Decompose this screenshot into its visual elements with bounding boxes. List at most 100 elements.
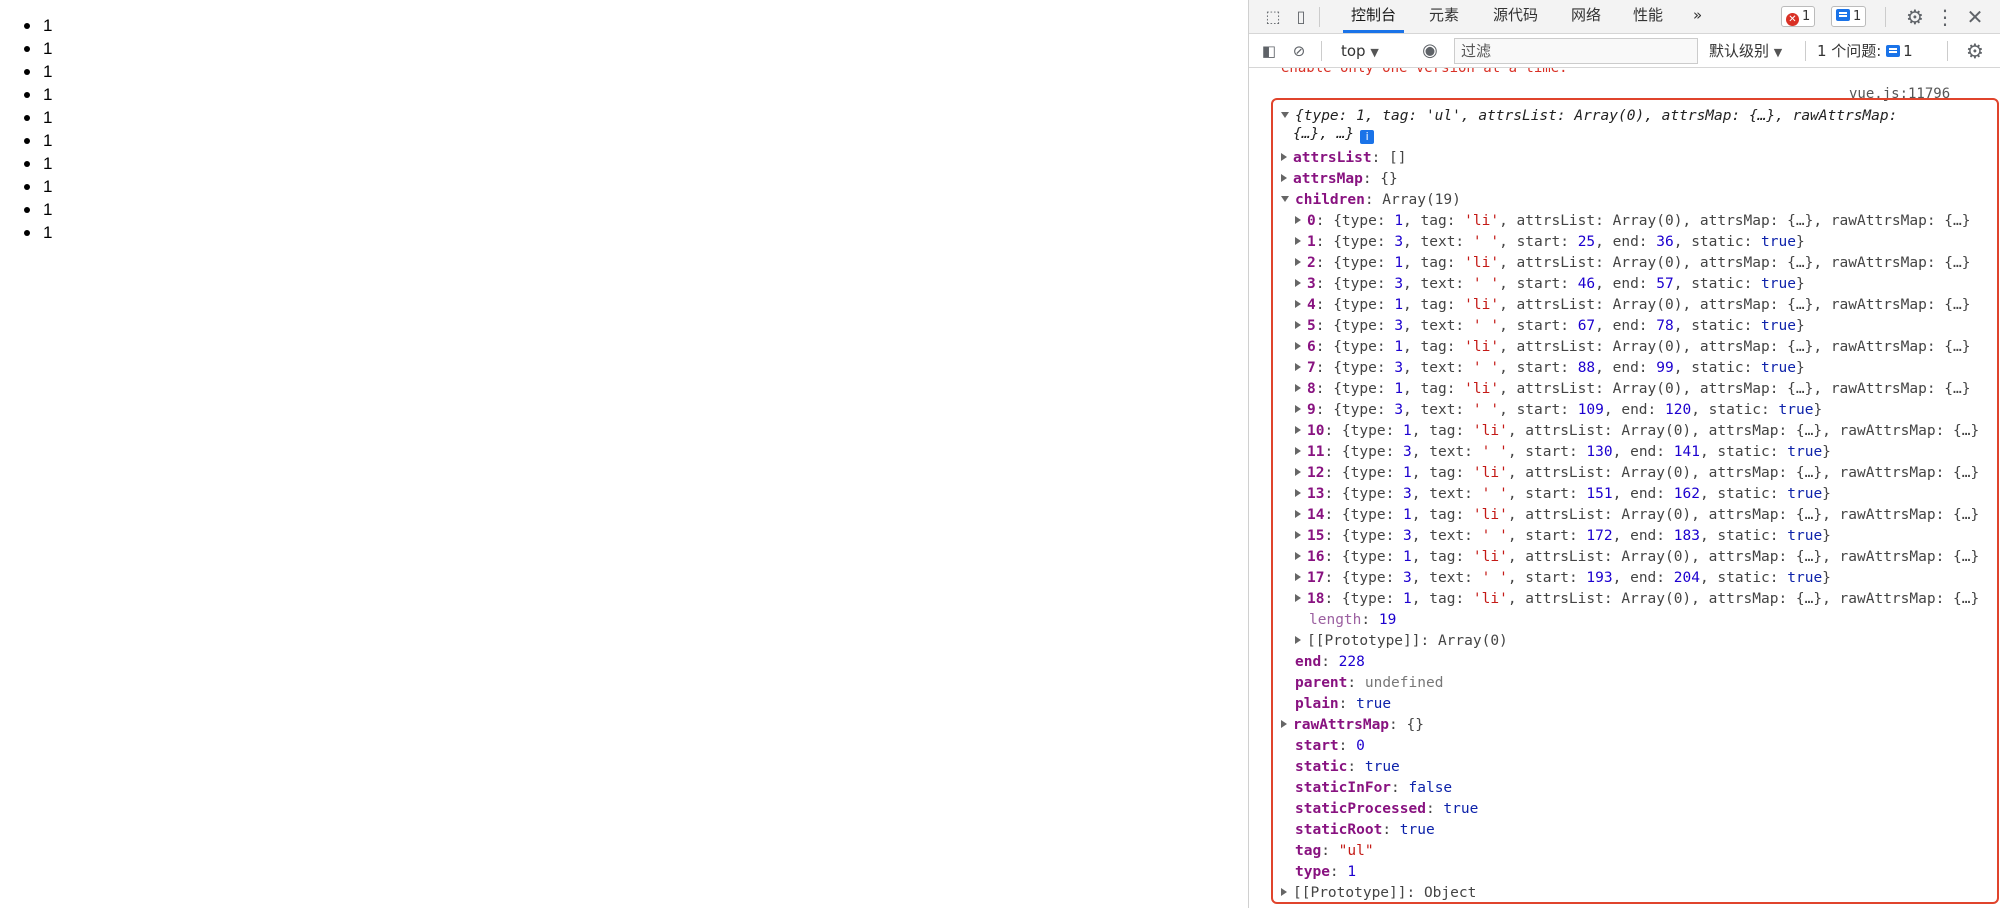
prop-staticInFor: staticInFor: false [1295, 778, 1452, 799]
tab-sources[interactable]: 源代码 [1485, 0, 1546, 33]
punct: , [1411, 570, 1430, 586]
prop-value: 0 [1356, 738, 1365, 754]
prop-staticRoot: staticRoot: true [1295, 820, 1435, 841]
tab-elements[interactable]: 元素 [1421, 0, 1467, 33]
expand-triangle-icon [1295, 552, 1301, 560]
punct: : [1347, 759, 1365, 775]
prop-attrsList[interactable]: attrsList: [] [1281, 148, 1407, 169]
error-count: 1 [1802, 9, 1811, 24]
child-row[interactable]: 10: {type: 1, tag: 'li', attrsList: Arra… [1295, 421, 1979, 442]
prop-array-prototype[interactable]: [[Prototype]]: Array(0) [1295, 631, 1508, 652]
child-row[interactable]: 9: {type: 3, text: ' ', start: 109, end:… [1295, 400, 1822, 421]
child-type: 1 [1394, 255, 1404, 271]
punct: tag: [1420, 255, 1465, 271]
divider [1321, 41, 1322, 61]
child-row[interactable]: 13: {type: 3, text: ' ', start: 151, end… [1295, 484, 1831, 505]
punct: , static: [1673, 276, 1762, 292]
levels-label: 默认级别 [1709, 42, 1770, 60]
child-row[interactable]: 0: {type: 1, tag: 'li', attrsList: Array… [1295, 211, 1971, 232]
child-row[interactable]: 14: {type: 1, tag: 'li', attrsList: Arra… [1295, 505, 1979, 526]
eye-icon[interactable]: ◉ [1417, 39, 1443, 63]
punct: , [1403, 276, 1421, 292]
prop-children[interactable]: children: Array(19) [1281, 190, 1461, 211]
punct: , [1403, 318, 1421, 334]
tab-network[interactable]: 网络 [1563, 0, 1609, 33]
punct: text: [1429, 486, 1482, 502]
child-start: 172 [1586, 528, 1613, 544]
child-row[interactable]: 6: {type: 1, tag: 'li', attrsList: Array… [1295, 337, 1971, 358]
child-row[interactable]: 17: {type: 3, text: ' ', start: 193, end… [1295, 568, 1831, 589]
child-row[interactable]: 18: {type: 1, tag: 'li', attrsList: Arra… [1295, 589, 1979, 610]
punct: : [1338, 738, 1357, 754]
message-count-badge[interactable]: 1 [1831, 6, 1867, 27]
punct: : [1321, 654, 1339, 670]
punct: : [1338, 696, 1357, 712]
expand-triangle-icon [1281, 174, 1287, 182]
more-tabs-button[interactable]: » [1685, 0, 1710, 33]
issues-button[interactable]: 1 个问题: 1 [1817, 39, 1913, 63]
more-options-icon[interactable]: ⋮ [1933, 5, 1957, 29]
tab-console[interactable]: 控制台 [1343, 0, 1405, 33]
expand-triangle-icon [1295, 510, 1301, 518]
child-tail: , attrsList: Array(0), attrsMap: {…}, ra… [1507, 507, 1980, 523]
child-row[interactable]: 15: {type: 3, text: ' ', start: 172, end… [1295, 526, 1831, 547]
child-index: 14 [1307, 507, 1325, 523]
child-row[interactable]: 1: {type: 3, text: ' ', start: 25, end: … [1295, 232, 1805, 253]
punct: , [1411, 591, 1430, 607]
child-type: 1 [1403, 549, 1412, 565]
gear-icon[interactable]: ⚙ [1963, 39, 1987, 63]
filter-input[interactable]: 过滤 [1454, 38, 1698, 64]
child-tag: 'li' [1464, 297, 1500, 313]
child-row[interactable]: 3: {type: 3, text: ' ', start: 46, end: … [1295, 274, 1805, 295]
punct: , end: [1595, 318, 1657, 334]
child-text: ' ' [1481, 570, 1508, 586]
device-toolbar-icon[interactable]: ▯ [1289, 5, 1313, 29]
context-select[interactable]: top ▼ [1341, 39, 1379, 63]
close-icon[interactable]: ✕ [1963, 5, 1987, 29]
prop-object-prototype[interactable]: [[Prototype]]: Object [1281, 883, 1476, 904]
punct: , start: [1507, 528, 1587, 544]
child-type: 3 [1394, 318, 1404, 334]
expand-triangle-icon [1295, 468, 1301, 476]
clear-console-icon[interactable]: ⊘ [1287, 39, 1311, 63]
child-text: ' ' [1472, 360, 1500, 376]
punct: : {type: [1315, 381, 1395, 397]
message-icon [1836, 9, 1850, 21]
prop-key: end [1295, 654, 1322, 670]
child-end: 204 [1673, 570, 1700, 586]
child-tag: 'li' [1464, 213, 1500, 229]
sidebar-toggle-icon[interactable]: ◧ [1257, 39, 1281, 63]
child-index: 7 [1307, 360, 1316, 376]
prop-rawAttrsMap[interactable]: rawAttrsMap: {} [1281, 715, 1424, 736]
child-row[interactable]: 16: {type: 1, tag: 'li', attrsList: Arra… [1295, 547, 1979, 568]
console-toolbar: ◧ ⊘ top ▼ ◉ 过滤 默认级别 ▼ 1 个问题: 1 ⚙ [1249, 34, 2000, 68]
prop-key: children [1295, 192, 1365, 208]
prop-parent: parent: undefined [1295, 673, 1443, 694]
prop-value: true [1364, 759, 1400, 775]
child-row[interactable]: 8: {type: 1, tag: 'li', attrsList: Array… [1295, 379, 1971, 400]
child-row[interactable]: 5: {type: 3, text: ' ', start: 67, end: … [1295, 316, 1805, 337]
child-type: 1 [1403, 465, 1412, 481]
info-icon[interactable]: i [1360, 130, 1375, 144]
child-row[interactable]: 7: {type: 3, text: ' ', start: 88, end: … [1295, 358, 1805, 379]
child-tail: , attrsList: Array(0), attrsMap: {…}, ra… [1499, 297, 1971, 313]
gear-icon[interactable]: ⚙ [1903, 5, 1927, 29]
punct: , end: [1612, 528, 1674, 544]
tab-performance[interactable]: 性能 [1625, 0, 1671, 33]
punct: : {type: [1324, 591, 1404, 607]
child-type: 3 [1394, 402, 1404, 418]
divider [1947, 41, 1948, 61]
punct: , [1403, 234, 1421, 250]
punct: : {type: [1315, 234, 1395, 250]
prop-attrsMap[interactable]: attrsMap: {} [1281, 169, 1398, 190]
child-type: 3 [1403, 528, 1412, 544]
child-tag: 'li' [1472, 465, 1508, 481]
levels-select[interactable]: 默认级别 ▼ [1709, 39, 1782, 63]
error-count-badge[interactable]: ✕ 1 [1781, 6, 1816, 27]
child-row[interactable]: 4: {type: 1, tag: 'li', attrsList: Array… [1295, 295, 1971, 316]
child-row[interactable]: 2: {type: 1, tag: 'li', attrsList: Array… [1295, 253, 1971, 274]
inspect-element-icon[interactable]: ⬚ [1261, 5, 1285, 29]
child-type: 1 [1394, 339, 1404, 355]
child-row[interactable]: 11: {type: 3, text: ' ', start: 130, end… [1295, 442, 1831, 463]
child-row[interactable]: 12: {type: 1, tag: 'li', attrsList: Arra… [1295, 463, 1979, 484]
